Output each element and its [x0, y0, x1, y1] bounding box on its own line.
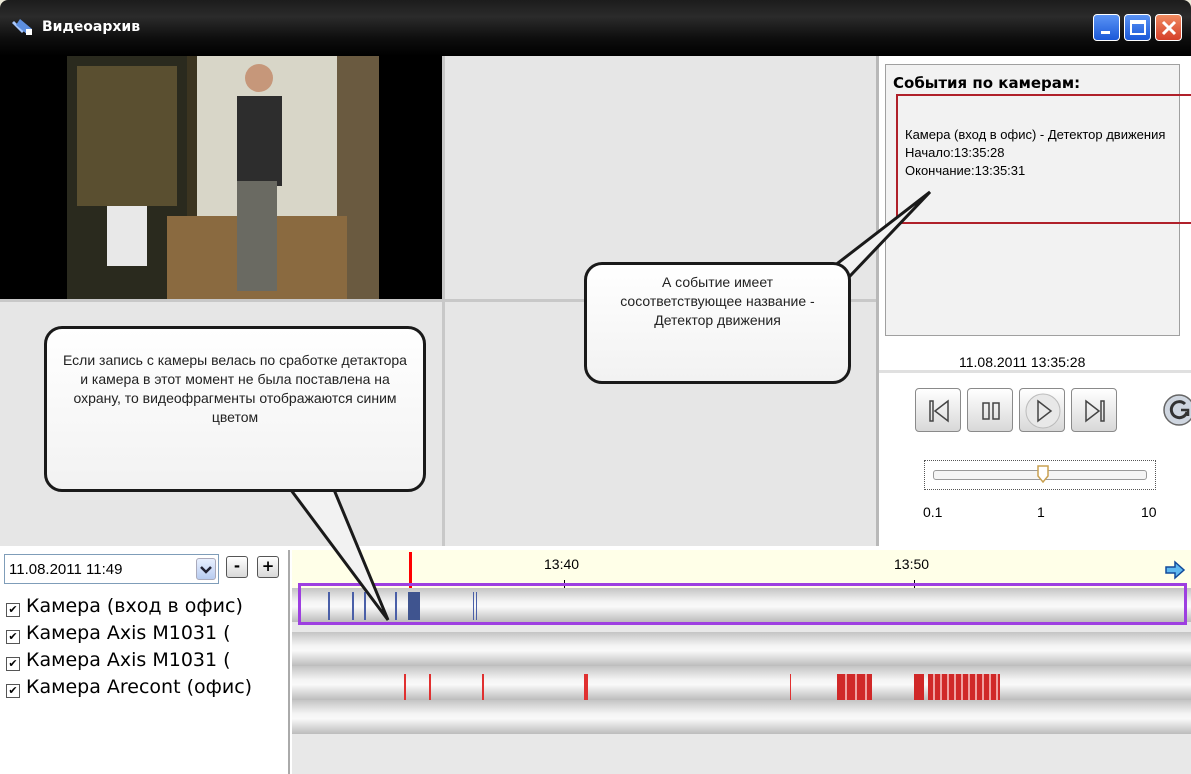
speed-slider[interactable] — [924, 460, 1156, 490]
skip-back-icon — [929, 399, 949, 423]
skip-forward-button[interactable] — [1071, 388, 1117, 432]
callout-blue-fragments: Если запись с камеры велась по сработке … — [44, 326, 426, 492]
minimize-button[interactable] — [1093, 14, 1120, 41]
red-fragment[interactable] — [790, 674, 791, 700]
window-title: Видеоархив — [42, 19, 141, 35]
events-title: События по камерам: — [893, 74, 1081, 92]
camera-item-2[interactable]: ✔ Камера Axis M1031 ( — [6, 622, 286, 644]
camera-video-frame — [67, 56, 379, 299]
track-camera-2[interactable] — [292, 632, 1191, 666]
timeline-area: 11.08.2011 11:49 - + ✔ Камера (вход в офи… — [0, 550, 1191, 774]
red-fragment[interactable] — [429, 674, 431, 700]
date-select[interactable]: 11.08.2011 11:49 — [4, 554, 219, 584]
red-fragment[interactable] — [928, 674, 1000, 700]
camera-checkbox[interactable]: ✔ — [6, 657, 20, 671]
maximize-icon — [1130, 20, 1146, 35]
speed-label-max: 10 — [1141, 504, 1157, 520]
date-dropdown-button[interactable] — [196, 558, 216, 580]
scroll-right-icon[interactable] — [1164, 560, 1186, 580]
zoom-in-button[interactable]: + — [257, 556, 279, 578]
dropdown-arrow-icon — [200, 566, 212, 574]
red-fragment[interactable] — [482, 674, 484, 700]
speed-label-mid: 1 — [1037, 504, 1045, 520]
skip-forward-icon — [1085, 399, 1105, 423]
camera-item-1[interactable]: ✔ Камера (вход в офис) — [6, 595, 286, 617]
camera-checkbox[interactable]: ✔ — [6, 603, 20, 617]
divider — [879, 370, 1191, 373]
red-fragment[interactable] — [837, 674, 872, 700]
play-button[interactable] — [1019, 388, 1065, 432]
red-fragment[interactable] — [404, 674, 406, 700]
camera-checkbox[interactable]: ✔ — [6, 630, 20, 644]
track-highlight-frame — [298, 583, 1187, 625]
pause-icon — [982, 402, 1000, 420]
camera-item-4[interactable]: ✔ Камера Arecont (офис) — [6, 676, 286, 698]
red-fragment[interactable] — [914, 674, 924, 700]
camera-label: Камера Arecont (офис) — [26, 676, 253, 698]
tick-label-1340: 13:40 — [544, 556, 580, 572]
camera-label: Камера (вход в офис) — [26, 595, 243, 617]
refresh-icon[interactable] — [1161, 392, 1191, 428]
track-camera-3[interactable] — [292, 666, 1191, 700]
speed-thumb[interactable] — [1037, 465, 1049, 483]
archive-window: Видеоархив События по камерам: Камера (в… — [0, 0, 1191, 774]
event-highlight-frame — [896, 94, 1191, 224]
camera-checkbox[interactable]: ✔ — [6, 684, 20, 698]
speed-label-min: 0.1 — [923, 504, 943, 520]
camera-item-3[interactable]: ✔ Камера Axis M1031 ( — [6, 649, 286, 671]
camera-list: 11.08.2011 11:49 - + ✔ Камера (вход в офи… — [0, 550, 290, 774]
play-icon — [1025, 393, 1061, 429]
right-panel: События по камерам: Камера (вход в офис)… — [876, 56, 1191, 546]
skip-back-button[interactable] — [915, 388, 961, 432]
date-value: 11.08.2011 11:49 — [9, 561, 123, 578]
tick-label-1350: 13:50 — [894, 556, 930, 572]
app-icon — [12, 19, 32, 35]
maximize-button[interactable] — [1124, 14, 1151, 41]
close-icon — [1161, 20, 1177, 36]
title-bar[interactable]: Видеоархив — [0, 0, 1191, 56]
minimize-icon — [1101, 31, 1110, 34]
close-button[interactable] — [1155, 14, 1182, 41]
camera-label: Камера Axis M1031 ( — [26, 622, 231, 644]
red-fragment[interactable] — [584, 674, 588, 700]
zoom-out-button[interactable]: - — [226, 556, 248, 578]
timeline[interactable]: 13:40 13:50 — [292, 550, 1191, 774]
playback-datetime: 11.08.2011 13:35:28 — [959, 354, 1086, 370]
camera-label: Камера Axis M1031 ( — [26, 649, 231, 671]
track-camera-4[interactable] — [292, 700, 1191, 734]
pause-button[interactable] — [967, 388, 1013, 432]
video-cell-1[interactable] — [0, 56, 442, 299]
callout-event-name: А событие имеет сосответствующее названи… — [584, 262, 851, 384]
